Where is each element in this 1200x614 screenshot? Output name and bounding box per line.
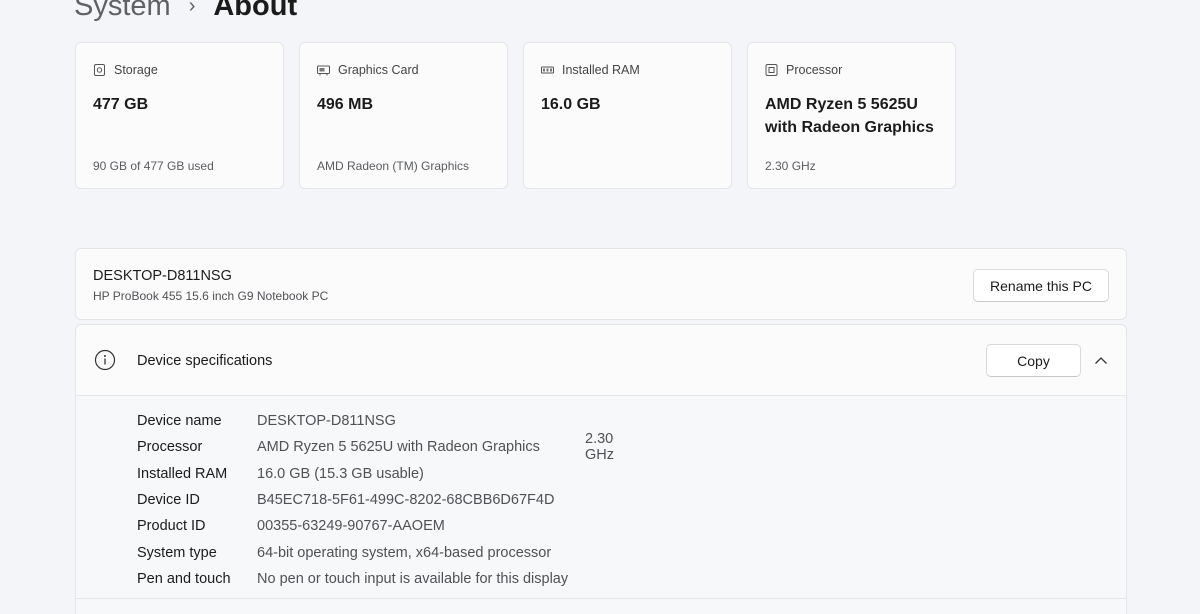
spec-label: Installed RAM bbox=[137, 465, 228, 482]
spec-row-installed-ram: Installed RAM 16.0 GB (15.3 GB usable) bbox=[137, 461, 568, 487]
installed-ram-card[interactable]: Installed RAM 16.0 GB bbox=[523, 42, 732, 189]
spec-value: B45EC718-5F61-499C-8202-68CBB6D67F4D bbox=[257, 492, 555, 509]
storage-card[interactable]: Storage 477 GB 90 GB of 477 GB used bbox=[75, 42, 284, 189]
spec-value: 64-bit operating system, x64-based proce… bbox=[257, 544, 552, 561]
summary-cards: Storage 477 GB 90 GB of 477 GB used Grap… bbox=[75, 42, 956, 189]
card-title: Storage bbox=[114, 63, 158, 77]
spec-value: 16.0 GB (15.3 GB usable) bbox=[257, 465, 424, 482]
spec-row-device-id: Device ID B45EC718-5F61-499C-8202-68CBB6… bbox=[137, 487, 568, 513]
device-specifications-title: Device specifications bbox=[137, 353, 273, 369]
about-page: System › About Storage 477 GB 90 GB of 4… bbox=[0, 0, 1200, 614]
pc-name: DESKTOP-D811NSG bbox=[93, 268, 232, 284]
breadcrumb: System › About bbox=[74, 0, 297, 26]
spec-row-device-name: Device name DESKTOP-D811NSG bbox=[137, 408, 568, 434]
processor-icon bbox=[765, 64, 778, 76]
storage-icon bbox=[93, 64, 106, 76]
spec-row-pen-and-touch: Pen and touch No pen or touch input is a… bbox=[137, 566, 568, 592]
spec-value: AMD Ryzen 5 5625U with Radeon Graphics bbox=[257, 439, 540, 456]
chevron-up-icon[interactable] bbox=[1093, 353, 1109, 369]
card-title: Processor bbox=[786, 63, 843, 77]
card-value: 477 GB bbox=[93, 96, 149, 113]
spec-value: DESKTOP-D811NSG bbox=[257, 413, 396, 430]
spec-row-system-type: System type 64-bit operating system, x64… bbox=[137, 539, 568, 565]
card-header: Processor bbox=[765, 62, 938, 78]
info-icon bbox=[94, 349, 116, 371]
breadcrumb-system[interactable]: System bbox=[74, 0, 171, 26]
card-header: Graphics Card bbox=[317, 62, 490, 78]
card-header: Storage bbox=[93, 62, 266, 78]
page-title: About bbox=[213, 0, 298, 22]
spec-value: 00355-63249-90767-AAOEM bbox=[257, 518, 445, 535]
card-value: 16.0 GB bbox=[541, 96, 601, 113]
spec-label: Device ID bbox=[137, 492, 200, 509]
card-detail: 90 GB of 477 GB used bbox=[93, 159, 214, 173]
card-value: AMD Ryzen 5 5625U with Radeon Graphics bbox=[765, 96, 934, 136]
spec-label: Product ID bbox=[137, 518, 206, 535]
rename-pc-button[interactable]: Rename this PC bbox=[973, 269, 1109, 302]
divider bbox=[76, 598, 1126, 599]
card-value: 496 MB bbox=[317, 96, 374, 113]
copy-button[interactable]: Copy bbox=[986, 344, 1081, 377]
card-detail: 2.30 GHz bbox=[765, 159, 816, 173]
breadcrumb-chevron-icon: › bbox=[188, 0, 196, 17]
graphics-card-card[interactable]: Graphics Card 496 MB AMD Radeon (TM) Gra… bbox=[299, 42, 508, 189]
spec-extra: 2.30 GHz bbox=[585, 431, 614, 464]
spec-label: Processor bbox=[137, 439, 203, 456]
ram-icon bbox=[541, 64, 554, 76]
spec-value: No pen or touch input is available for t… bbox=[257, 570, 569, 587]
processor-card[interactable]: Processor AMD Ryzen 5 5625U with Radeon … bbox=[747, 42, 956, 189]
spec-row-processor: Processor AMD Ryzen 5 5625U with Radeon … bbox=[137, 431, 614, 463]
pc-name-panel: DESKTOP-D811NSG HP ProBook 455 15.6 inch… bbox=[75, 248, 1127, 320]
graphics-card-icon bbox=[317, 64, 330, 76]
pc-model: HP ProBook 455 15.6 inch G9 Notebook PC bbox=[93, 289, 329, 303]
spec-label: System type bbox=[137, 544, 217, 561]
device-specifications-panel: Device specifications Copy Device name D… bbox=[75, 324, 1127, 614]
spec-row-product-id: Product ID 00355-63249-90767-AAOEM bbox=[137, 513, 568, 539]
device-specifications-header[interactable]: Device specifications Copy bbox=[76, 325, 1126, 396]
card-title: Graphics Card bbox=[338, 63, 419, 77]
spec-label: Device name bbox=[137, 413, 222, 430]
card-title: Installed RAM bbox=[562, 63, 640, 77]
spec-label: Pen and touch bbox=[137, 570, 231, 587]
card-header: Installed RAM bbox=[541, 62, 714, 78]
spec-list: Device name DESKTOP-D811NSG Processor AM… bbox=[137, 408, 614, 592]
card-detail: AMD Radeon (TM) Graphics bbox=[317, 159, 470, 173]
